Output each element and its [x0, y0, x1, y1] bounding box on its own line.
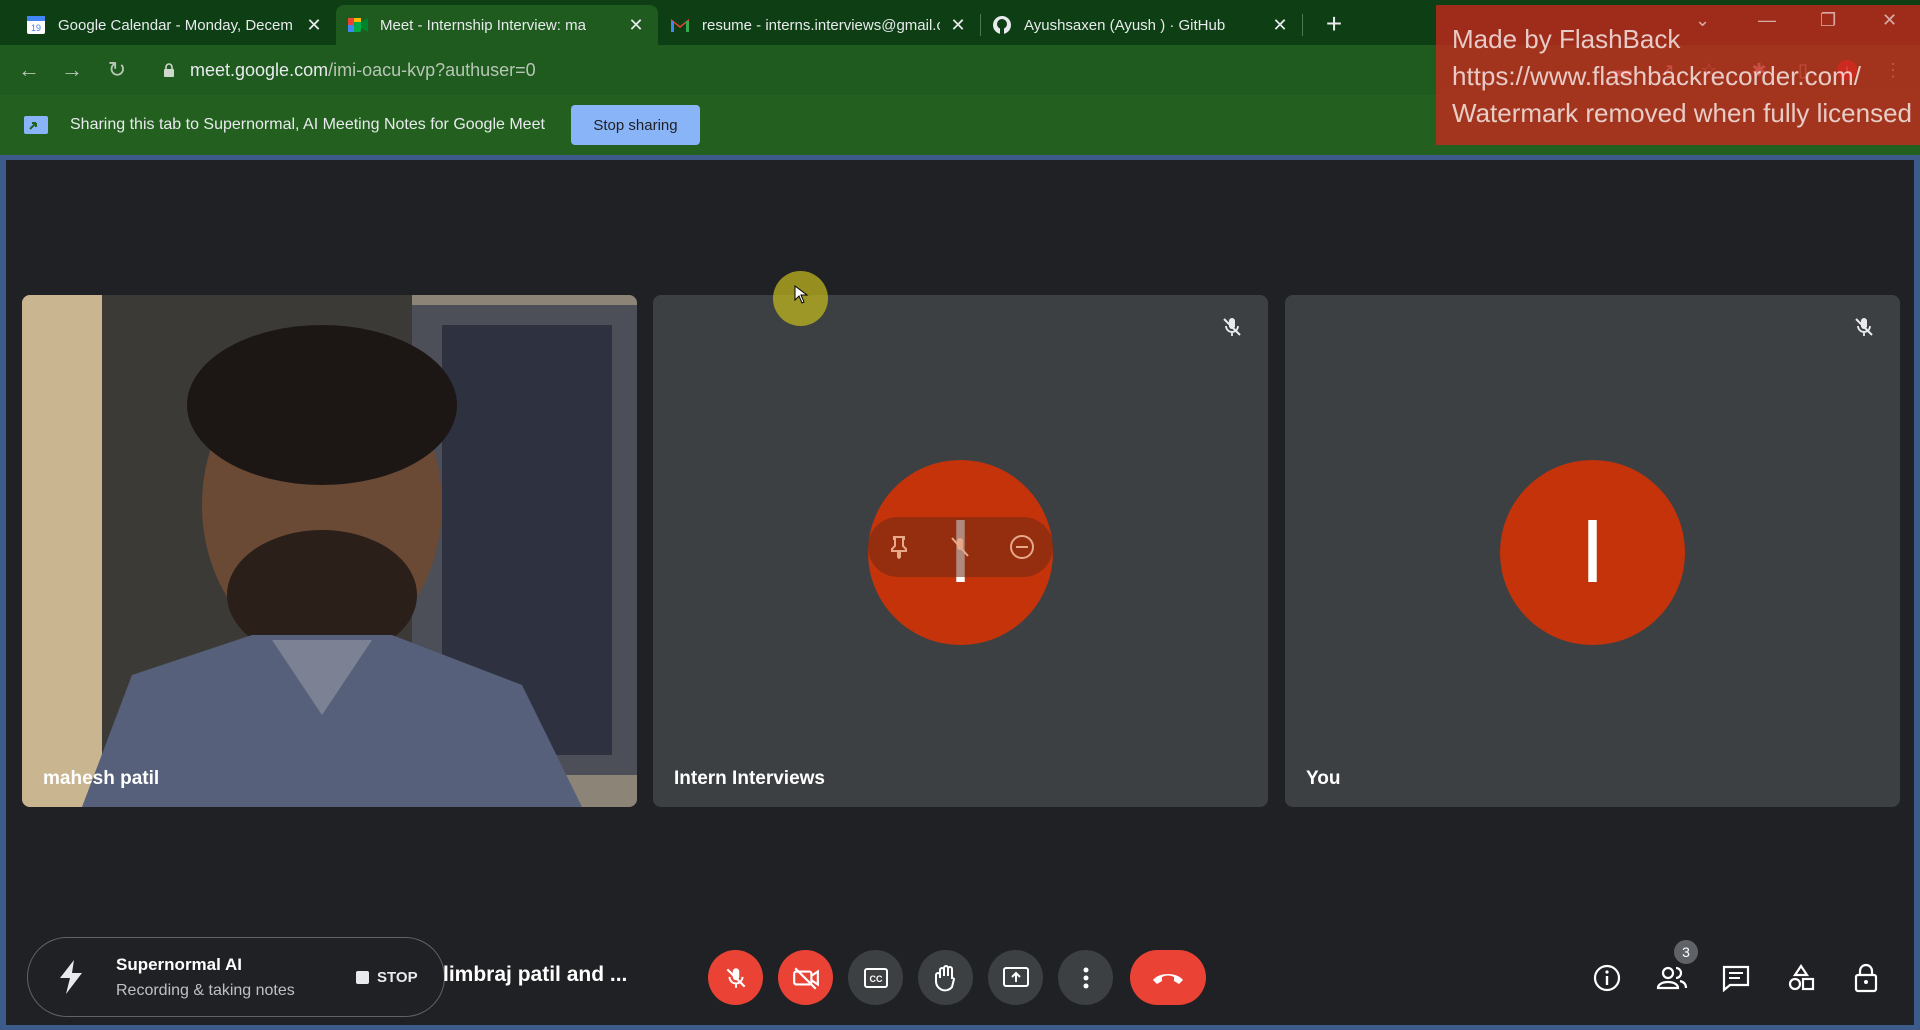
info-icon — [1593, 964, 1621, 992]
supernormal-widget[interactable]: Supernormal AI Recording & taking notes … — [27, 937, 445, 1017]
tab-divider — [1302, 14, 1303, 36]
close-icon[interactable]: ✕ — [626, 15, 646, 35]
participant-tile[interactable]: I You — [1285, 295, 1900, 807]
present-icon — [1002, 966, 1029, 987]
close-icon[interactable]: ✕ — [948, 15, 968, 35]
mic-off-icon — [1855, 318, 1873, 336]
chat-button[interactable] — [1718, 960, 1754, 996]
watermark-line: Made by FlashBack — [1452, 24, 1681, 54]
svg-text:CC: CC — [869, 974, 882, 984]
close-icon[interactable]: ✕ — [304, 15, 324, 35]
window-close-icon[interactable]: ✕ — [1882, 10, 1897, 31]
calendar-icon: 19 — [26, 15, 46, 35]
more-vert-icon — [1083, 967, 1088, 988]
stop-sharing-button[interactable]: Stop sharing — [571, 105, 700, 145]
leave-call-button[interactable] — [1130, 950, 1206, 1005]
back-arrow-icon[interactable]: ← — [14, 55, 44, 85]
participant-tile[interactable]: mahesh patil — [22, 295, 637, 807]
mic-toggle-button[interactable] — [708, 950, 763, 1005]
url-host: meet.google.com — [190, 59, 329, 80]
tile-hover-controls — [868, 517, 1053, 577]
supernormal-status: Recording & taking notes — [116, 982, 295, 999]
avatar: I — [1500, 460, 1685, 645]
github-icon — [992, 15, 1012, 35]
url-path: /imi-oacu-kvp?authuser=0 — [328, 59, 536, 80]
cursor-icon — [794, 285, 809, 304]
supernormal-logo-icon — [60, 960, 82, 994]
share-frame — [0, 1025, 1920, 1030]
remove-icon[interactable] — [1007, 532, 1037, 562]
gmail-icon — [670, 15, 690, 35]
raise-hand-button[interactable] — [918, 950, 973, 1005]
tab-github[interactable]: Ayushsaxen (Ayush ) · GitHub ✕ — [980, 5, 1302, 45]
lock-icon — [164, 63, 174, 77]
participant-tile[interactable]: I Intern Interviews — [653, 295, 1268, 807]
participant-name: Intern Interviews — [674, 768, 825, 789]
chat-icon — [1722, 965, 1750, 992]
phone-hangup-icon — [1153, 973, 1183, 984]
participant-name: mahesh patil — [43, 768, 160, 789]
sharing-text: Sharing this tab to Supernormal, AI Meet… — [70, 116, 545, 133]
host-controls-button[interactable] — [1848, 960, 1884, 996]
present-button[interactable] — [988, 950, 1043, 1005]
cursor-highlight — [773, 271, 828, 326]
forward-arrow-icon[interactable]: → — [57, 55, 87, 85]
mic-off-icon — [726, 967, 745, 988]
svg-text:19: 19 — [31, 23, 41, 33]
people-count-badge: 3 — [1674, 940, 1698, 964]
more-options-button[interactable] — [1058, 950, 1113, 1005]
supernormal-stop-button[interactable]: STOP — [356, 969, 418, 986]
watermark: Made by FlashBack https://www.flashbackr… — [1436, 5, 1920, 145]
close-icon[interactable]: ✕ — [1270, 15, 1290, 35]
stop-icon — [356, 971, 369, 984]
lock-person-icon — [1854, 963, 1878, 993]
chevron-down-icon[interactable]: ⌄ — [1695, 10, 1710, 31]
maximize-icon[interactable]: ❐ — [1820, 10, 1836, 31]
camera-toggle-button[interactable] — [778, 950, 833, 1005]
meeting-title: limbraj patil and ... — [443, 963, 628, 986]
camera-off-icon — [792, 967, 819, 990]
new-tab-button[interactable]: + — [1318, 8, 1350, 40]
stop-label: STOP — [377, 969, 418, 986]
watermark-line: Watermark removed when fully licensed — [1452, 98, 1912, 128]
reload-icon[interactable]: ↻ — [102, 55, 132, 85]
activities-button[interactable] — [1783, 960, 1819, 996]
share-frame — [1914, 155, 1920, 1030]
activities-icon — [1788, 964, 1815, 991]
tab-meet[interactable]: Meet - Internship Interview: ma ✕ — [336, 5, 658, 45]
captions-icon: CC — [863, 967, 888, 988]
minimize-icon[interactable]: — — [1758, 10, 1776, 31]
watermark-line: https://www.flashbackrecorder.com/ — [1452, 61, 1861, 91]
tab-title: Meet - Internship Interview: ma — [380, 16, 586, 34]
tab-gmail[interactable]: resume - interns.interviews@gmail.c ✕ — [658, 5, 980, 45]
captions-button[interactable]: CC — [848, 950, 903, 1005]
mute-participant-icon[interactable] — [945, 532, 975, 562]
pin-icon[interactable] — [884, 532, 914, 562]
screen: 19 Google Calendar - Monday, Decem ✕ Mee… — [0, 0, 1920, 1030]
people-icon — [1656, 966, 1688, 990]
tab-title: Google Calendar - Monday, Decem — [58, 16, 293, 34]
participant-video — [22, 295, 637, 807]
screen-share-icon — [24, 116, 48, 134]
mic-off-icon — [1223, 318, 1241, 336]
hand-icon — [934, 964, 955, 991]
url-text: meet.google.com/imi-oacu-kvp?authuser=0 — [190, 60, 536, 81]
supernormal-title: Supernormal AI — [116, 955, 242, 974]
participant-name: You — [1306, 768, 1341, 789]
meet-icon — [348, 15, 368, 35]
meeting-details-button[interactable] — [1589, 960, 1625, 996]
tab-calendar[interactable]: 19 Google Calendar - Monday, Decem ✕ — [14, 5, 336, 45]
address-bar[interactable]: meet.google.com/imi-oacu-kvp?authuser=0 — [148, 52, 1588, 88]
people-button[interactable] — [1654, 960, 1690, 996]
tab-title: Ayushsaxen (Ayush ) · GitHub — [1024, 16, 1226, 34]
tab-title: resume - interns.interviews@gmail.c — [702, 16, 940, 34]
